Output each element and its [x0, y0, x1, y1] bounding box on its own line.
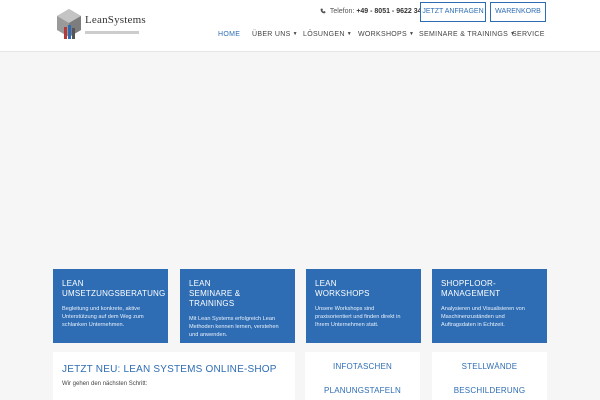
chevron-down-icon: ▼ — [408, 31, 415, 37]
nav-item-seminare[interactable]: SEMINARE & TRAININGS ▼ — [419, 31, 515, 38]
logo-text: LeanSystems — [85, 14, 146, 26]
phone-label: Telefon: — [329, 8, 355, 15]
shop-text: Wir gehen den nächsten Schritt: — [62, 381, 148, 387]
service-card-umsetzungsberatung[interactable]: LEAN UMSETZUNGSBERATUNG Begleitung und k… — [53, 269, 168, 343]
nav-label-loesungen: LÖSUNGEN — [303, 31, 345, 38]
main-nav: HOME ÜBER UNS ▼ LÖSUNGEN ▼ WORKSHOPS ▼ SEMI… — [0, 31, 600, 41]
hero-area — [0, 53, 600, 258]
card-title: LEAN UMSETZUNGSBERATUNG — [62, 279, 166, 299]
card-title-line: LEAN — [189, 279, 211, 288]
card-title: LEAN WORKSHOPS — [315, 279, 412, 299]
nav-item-ueber-uns[interactable]: ÜBER UNS ▼ — [252, 31, 298, 38]
cart-button[interactable]: WARENKORB — [490, 2, 546, 22]
link-infotaschen[interactable]: INFOTASCHEN — [305, 362, 420, 371]
link-planungstafeln[interactable]: PLANUNGSTAFELN — [305, 386, 420, 395]
online-shop-box: JETZT NEU: LEAN SYSTEMS ONLINE-SHOP Wir … — [53, 352, 295, 400]
nav-item-loesungen[interactable]: LÖSUNGEN ▼ — [303, 31, 352, 38]
card-title-line: LEAN — [315, 279, 337, 288]
nav-label-workshops: WORKSHOPS — [358, 31, 407, 38]
card-title-line: LEAN — [62, 279, 84, 288]
nav-label-home: HOME — [218, 31, 241, 38]
product-links-box-b: STELLWÄNDE BESCHILDERUNG — [432, 352, 547, 400]
service-card-workshops[interactable]: LEAN WORKSHOPS Unsere Workshops sind pra… — [306, 269, 421, 343]
nav-item-service[interactable]: SERVICE — [512, 31, 545, 38]
card-title-line: SEMINARE & TRAININGS — [189, 289, 241, 308]
card-text: Analysieren und Visualisieren von Maschi… — [441, 306, 525, 328]
chevron-down-icon: ▼ — [292, 31, 298, 37]
service-card-seminare[interactable]: LEAN SEMINARE & TRAININGS Mit Lean Syste… — [180, 269, 295, 343]
link-beschilderung[interactable]: BESCHILDERUNG — [432, 386, 547, 395]
nav-item-home[interactable]: HOME — [218, 31, 240, 38]
card-title-line: SHOPFLOOR- — [441, 279, 496, 288]
card-title-line: MANAGEMENT — [441, 289, 501, 298]
card-text: Begleitung und konkrete, aktive Unterstü… — [62, 306, 144, 328]
card-title-line: UMSETZUNGSBERATUNG — [62, 289, 166, 298]
phone-info: Telefon: +49 - 8051 - 9622 344 — [320, 8, 425, 15]
nav-label-service: SERVICE — [512, 31, 545, 38]
chevron-down-icon: ▼ — [346, 31, 352, 37]
link-stellwaende[interactable]: STELLWÄNDE — [432, 362, 547, 371]
card-title-line: WORKSHOPS — [315, 289, 370, 298]
shop-title[interactable]: JETZT NEU: LEAN SYSTEMS ONLINE-SHOP — [62, 364, 286, 375]
phone-number[interactable]: +49 - 8051 - 9622 344 — [356, 8, 425, 15]
card-text: Unsere Workshops sind praxisorientiert u… — [315, 306, 401, 328]
card-text: Mit Lean Systems erfolgreich Lean Method… — [189, 316, 279, 338]
nav-label-seminare: SEMINARE & TRAININGS — [419, 31, 509, 38]
nav-item-workshops[interactable]: WORKSHOPS ▼ — [358, 31, 414, 38]
service-card-shopfloor[interactable]: SHOPFLOOR- MANAGEMENT Analysieren und Vi… — [432, 269, 547, 343]
nav-label-ueber-uns: ÜBER UNS — [252, 31, 291, 38]
card-title: LEAN SEMINARE & TRAININGS — [189, 279, 286, 309]
product-links-box-a: INFOTASCHEN PLANUNGSTAFELN — [305, 352, 420, 400]
site-header: LeanSystems Telefon: +49 - 8051 - 9622 3… — [0, 0, 600, 52]
request-button[interactable]: JETZT ANFRAGEN — [420, 2, 486, 22]
card-title: SHOPFLOOR- MANAGEMENT — [441, 279, 538, 299]
phone-icon — [320, 8, 326, 14]
